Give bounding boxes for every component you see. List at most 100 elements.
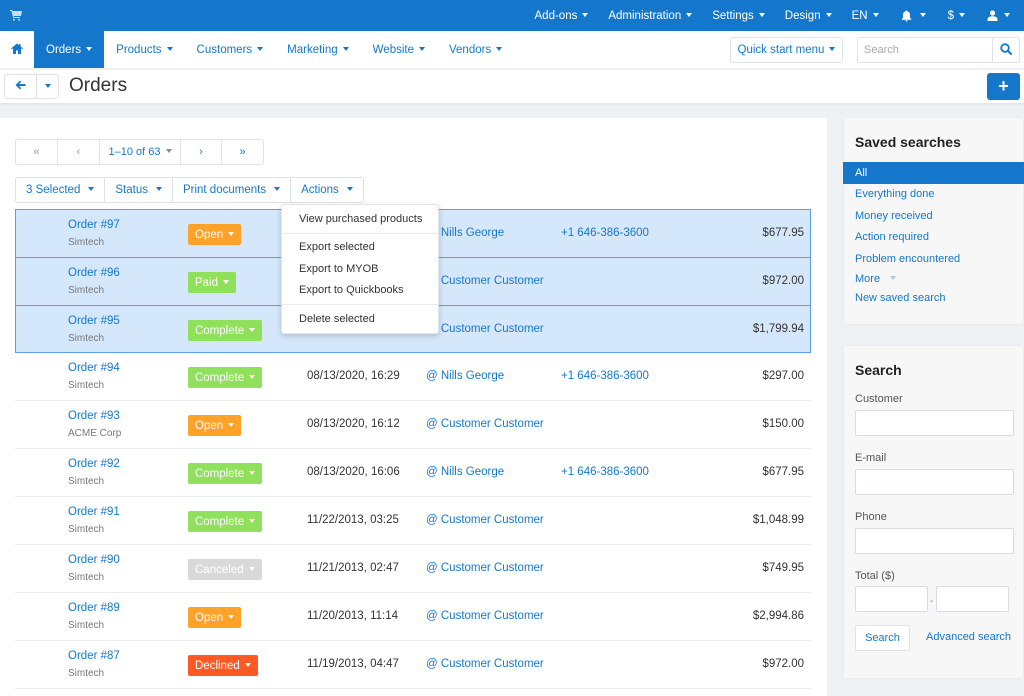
topnav-settings[interactable]: Settings: [702, 0, 775, 31]
customer-link[interactable]: @ Customer Customer: [426, 610, 544, 622]
prev-page-button[interactable]: ‹: [58, 140, 100, 164]
home-button[interactable]: [0, 31, 34, 68]
total-from-wrap: [855, 586, 928, 612]
order-row[interactable]: Order #90 Simtech Canceled 11/21/2013, 02:4…: [15, 545, 811, 593]
status-badge[interactable]: Open: [188, 415, 242, 436]
customer-link[interactable]: @ Nills George: [426, 370, 504, 382]
order-row[interactable]: Order #93 ACME Corp Open 08/13/2020, 16:12 @…: [15, 401, 811, 449]
first-page-button[interactable]: «: [16, 140, 58, 164]
quick-start-menu-button[interactable]: Quick start menu: [730, 37, 843, 63]
caret-down-icon: [228, 422, 235, 427]
customer-link[interactable]: @ Customer Customer: [426, 323, 544, 335]
order-id-link[interactable]: Order #91: [68, 506, 120, 518]
menu-export-to-quickbooks[interactable]: Export to Quickbooks: [282, 280, 438, 302]
actions-dropdown[interactable]: Actions: [291, 178, 363, 202]
status-badge[interactable]: Open: [188, 607, 242, 628]
search-button[interactable]: Search: [855, 625, 910, 651]
status-badge[interactable]: Canceled: [188, 559, 262, 580]
page-range-dropdown[interactable]: 1–10 of 63: [100, 140, 181, 164]
saved-search-all[interactable]: All: [843, 162, 1024, 184]
order-row[interactable]: Order #92 Simtech Complete 08/13/2020, 16:0…: [15, 449, 811, 497]
nav-orders[interactable]: Orders: [34, 31, 105, 68]
customer-link[interactable]: @ Nills George: [426, 466, 504, 478]
menu-delete-selected[interactable]: Delete selected: [282, 308, 438, 330]
order-date: 11/20/2013, 11:14: [307, 610, 399, 622]
global-search-button[interactable]: [992, 38, 1019, 62]
caret-down-icon: [249, 470, 256, 475]
menu-export-to-myob[interactable]: Export to MYOB: [282, 258, 438, 280]
add-order-button[interactable]: +: [987, 73, 1020, 100]
nav-vendors[interactable]: Vendors: [437, 31, 514, 68]
customer-link[interactable]: @ Customer Customer: [426, 514, 544, 526]
saved-search-everything-done[interactable]: Everything done: [843, 184, 1024, 206]
order-id-link[interactable]: Order #93: [68, 410, 120, 422]
topnav-language[interactable]: EN: [842, 0, 889, 31]
status-badge[interactable]: Complete: [188, 463, 263, 484]
menu-view-purchased-products[interactable]: View purchased products: [282, 208, 438, 230]
email-field[interactable]: [856, 470, 1013, 494]
topnav-user[interactable]: [975, 0, 1024, 31]
status-badge[interactable]: Paid: [188, 272, 237, 293]
customer-link[interactable]: @ Customer Customer: [426, 658, 544, 670]
selected-dropdown[interactable]: 3 Selected: [16, 178, 106, 202]
caret-down-icon: [1004, 12, 1010, 17]
saved-search-action-required[interactable]: Action required: [843, 227, 1024, 249]
back-button[interactable]: [5, 75, 37, 98]
nav-website[interactable]: Website: [361, 31, 437, 68]
caret-down-icon: [44, 83, 51, 88]
total-range-separator: -: [930, 596, 934, 607]
order-id-link[interactable]: Order #92: [68, 458, 120, 470]
nav-products[interactable]: Products: [104, 31, 184, 68]
total-to-field[interactable]: [937, 587, 1008, 611]
order-id-link[interactable]: Order #96: [68, 267, 120, 279]
topnav-addons[interactable]: Add-ons: [525, 0, 599, 31]
saved-search-problem-encountered[interactable]: Problem encountered: [843, 248, 1024, 270]
status-label: Paid: [195, 276, 219, 289]
order-id-link[interactable]: Order #94: [68, 362, 120, 374]
phone-field[interactable]: [856, 529, 1013, 553]
order-id-link[interactable]: Order #97: [68, 219, 120, 231]
status-badge[interactable]: Complete: [188, 320, 263, 341]
new-saved-search-link[interactable]: New saved search: [843, 289, 1024, 308]
nav-orders-label: Orders: [46, 43, 82, 56]
menu-export-selected[interactable]: Export selected: [282, 237, 438, 259]
total-from-field[interactable]: [856, 587, 927, 611]
topnav-notifications[interactable]: [889, 0, 938, 31]
status-badge[interactable]: Complete: [188, 511, 263, 532]
customer-link[interactable]: @ Customer Customer: [426, 418, 544, 430]
status-badge[interactable]: Open: [188, 224, 242, 245]
nav-marketing[interactable]: Marketing: [275, 31, 361, 68]
status-badge[interactable]: Complete: [188, 367, 263, 388]
customer-link[interactable]: @ Customer Customer: [426, 275, 544, 287]
saved-search-more[interactable]: More: [843, 270, 1024, 289]
saved-search-money-received[interactable]: Money received: [843, 205, 1024, 227]
order-row[interactable]: Order #94 Simtech Complete 08/13/2020, 16:2…: [15, 353, 811, 401]
advanced-search-link[interactable]: Advanced search: [926, 631, 1011, 643]
status-badge[interactable]: Declined: [188, 655, 258, 676]
next-page-button[interactable]: ›: [181, 140, 222, 164]
order-id-link[interactable]: Order #90: [68, 554, 120, 566]
customer-link[interactable]: @ Customer Customer: [426, 562, 544, 574]
phone-link[interactable]: +1 646-386-3600: [561, 227, 649, 239]
shopping-cart-icon[interactable]: [10, 9, 22, 21]
order-row[interactable]: Order #87 Simtech Declined 11/19/2013, 04:4…: [15, 641, 811, 689]
print-documents-dropdown[interactable]: Print documents: [173, 178, 292, 202]
order-row[interactable]: Order #89 Simtech Open 11/20/2013, 11:14 @ C…: [15, 593, 811, 641]
order-id-link[interactable]: Order #95: [68, 315, 120, 327]
phone-link[interactable]: +1 646-386-3600: [561, 466, 649, 478]
caret-down-icon: [166, 46, 173, 51]
order-row[interactable]: Order #91 Simtech Complete 11/22/2013, 03:2…: [15, 497, 811, 545]
status-dropdown[interactable]: Status: [105, 178, 173, 202]
nav-customers[interactable]: Customers: [185, 31, 276, 68]
order-id-link[interactable]: Order #89: [68, 602, 120, 614]
phone-link[interactable]: +1 646-386-3600: [561, 370, 649, 382]
topnav-currency[interactable]: $: [938, 0, 975, 31]
search-icon: [1000, 42, 1012, 58]
customer-field[interactable]: [856, 411, 1013, 435]
topnav-administration[interactable]: Administration: [598, 0, 702, 31]
topnav-design[interactable]: Design: [775, 0, 842, 31]
global-search-input[interactable]: [858, 38, 992, 62]
last-page-button[interactable]: »: [222, 140, 263, 164]
order-id-link[interactable]: Order #87: [68, 650, 120, 662]
back-history-dropdown[interactable]: [37, 75, 58, 98]
